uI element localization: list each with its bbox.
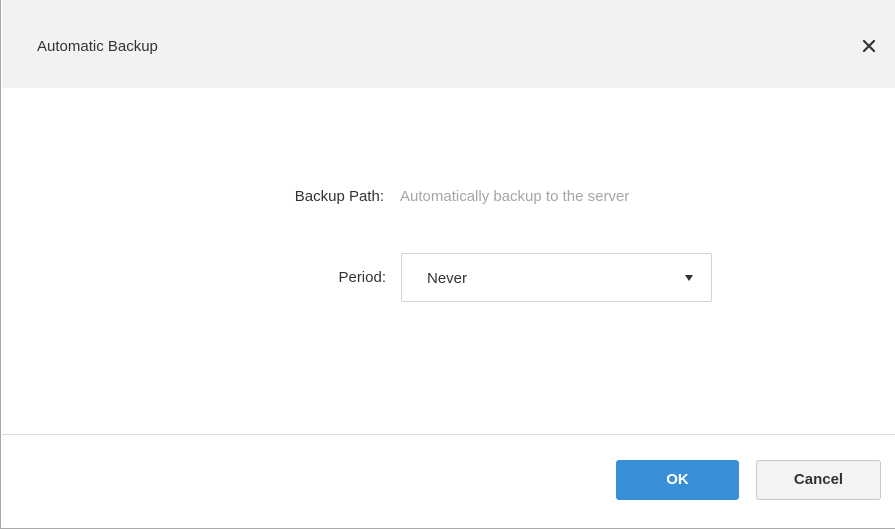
dialog-title: Automatic Backup xyxy=(37,38,158,55)
close-icon[interactable] xyxy=(859,36,879,56)
period-label: Period: xyxy=(338,269,386,286)
footer-divider xyxy=(2,434,895,435)
automatic-backup-dialog: Automatic Backup Backup Path: Automatica… xyxy=(0,0,895,529)
period-selected-value: Never xyxy=(427,270,468,287)
backup-path-label: Backup Path: xyxy=(294,188,384,205)
dialog-header: Automatic Backup xyxy=(2,0,895,88)
cancel-button[interactable]: Cancel xyxy=(756,460,881,500)
chevron-down-icon xyxy=(685,275,693,281)
ok-button[interactable]: OK xyxy=(616,460,739,500)
period-select[interactable]: Never xyxy=(401,253,712,302)
backup-path-value: Automatically backup to the server xyxy=(400,188,630,205)
